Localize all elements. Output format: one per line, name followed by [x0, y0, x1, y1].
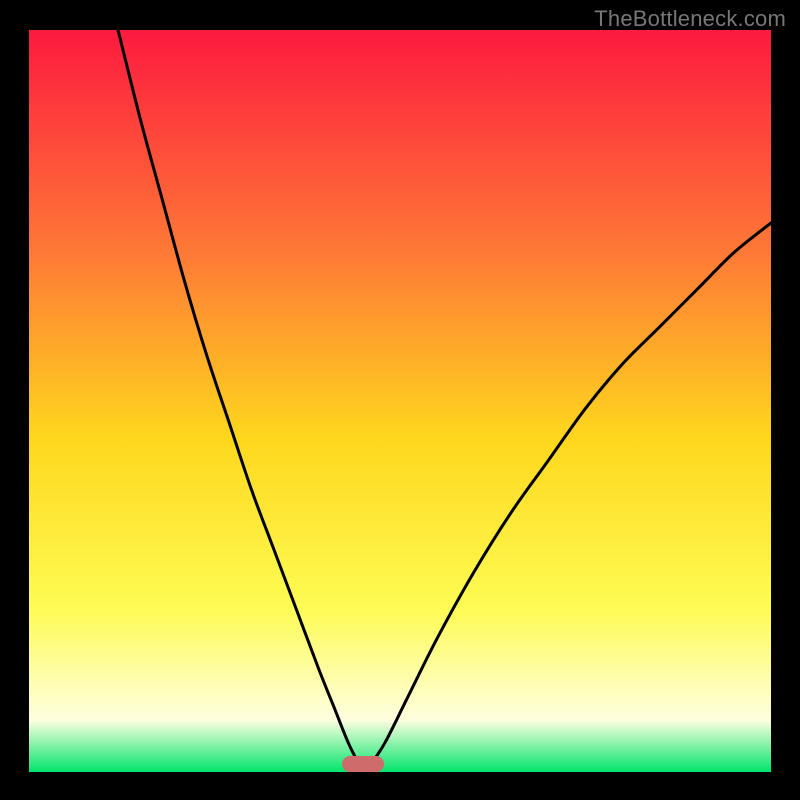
- gradient-background: [29, 30, 771, 772]
- chart-area: [29, 30, 771, 772]
- watermark-text: TheBottleneck.com: [594, 6, 786, 32]
- min-point-marker: [342, 756, 384, 772]
- outer-frame: TheBottleneck.com: [0, 0, 800, 800]
